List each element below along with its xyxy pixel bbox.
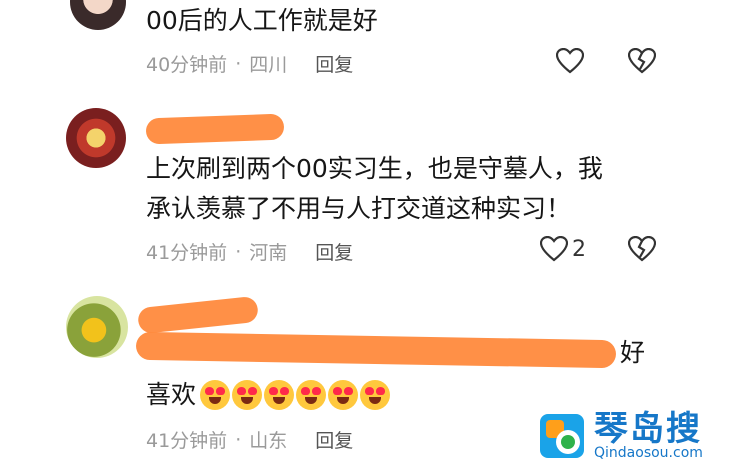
brand-url: Qindaosou.com — [594, 445, 703, 461]
watermark: 琴岛搜 Qindaosou.com — [538, 412, 703, 460]
heart-icon — [540, 236, 568, 262]
avatar[interactable] — [66, 108, 126, 168]
emoji-group — [200, 380, 392, 410]
username-redaction — [145, 113, 285, 145]
comment-time: 40分钟前 — [146, 54, 228, 76]
comment-meta: 41分钟前 · 山东 回复 — [146, 426, 353, 453]
comment-redaction — [135, 331, 617, 369]
comment-time: 41分钟前 — [146, 430, 228, 452]
like-button[interactable] — [556, 48, 584, 74]
comment-text-prefix: 喜欢 — [146, 380, 197, 409]
comment-text-line-1: 上次刷到两个00实习生，也是守墓人，我 — [146, 154, 603, 183]
reply-button[interactable]: 回复 — [315, 426, 353, 453]
dislike-button[interactable] — [628, 236, 656, 262]
avatar[interactable] — [70, 0, 126, 30]
avatar[interactable] — [66, 296, 128, 358]
username-redaction — [136, 295, 260, 335]
reply-button[interactable]: 回复 — [315, 238, 353, 265]
comment-location: 四川 — [249, 54, 288, 76]
brand-name: 琴岛搜 — [594, 409, 702, 449]
heart-eyes-emoji-icon — [264, 380, 295, 410]
broken-heart-icon — [628, 236, 656, 262]
like-button[interactable]: 2 — [540, 236, 586, 262]
meta-separator: · — [235, 240, 242, 263]
comment-meta: 40分钟前 · 四川 回复 — [146, 50, 353, 77]
heart-eyes-emoji-icon — [296, 380, 327, 410]
reply-button[interactable]: 回复 — [315, 50, 353, 77]
broken-heart-icon — [628, 48, 656, 74]
heart-eyes-emoji-icon — [328, 380, 359, 410]
brand-logo-icon — [538, 412, 586, 460]
heart-eyes-emoji-icon — [360, 380, 391, 410]
comment-text-line-2: 承认羡慕了不用与人打交道这种实习！ — [146, 194, 572, 223]
heart-eyes-emoji-icon — [232, 380, 263, 410]
comment-meta: 41分钟前 · 河南 回复 — [146, 238, 353, 265]
comment-time: 41分钟前 — [146, 242, 228, 264]
comment-text-line-2: 喜欢 — [146, 378, 392, 412]
meta-separator: · — [235, 428, 242, 451]
comment-text-tail: 好 — [620, 338, 646, 367]
dislike-button[interactable] — [628, 48, 656, 74]
like-count: 2 — [572, 236, 586, 262]
heart-icon — [556, 48, 584, 74]
comment-text: 00后的人工作就是好 — [146, 6, 378, 35]
comment-location: 山东 — [249, 430, 288, 452]
heart-eyes-emoji-icon — [200, 380, 231, 410]
meta-separator: · — [235, 52, 242, 75]
comment-location: 河南 — [249, 242, 288, 264]
